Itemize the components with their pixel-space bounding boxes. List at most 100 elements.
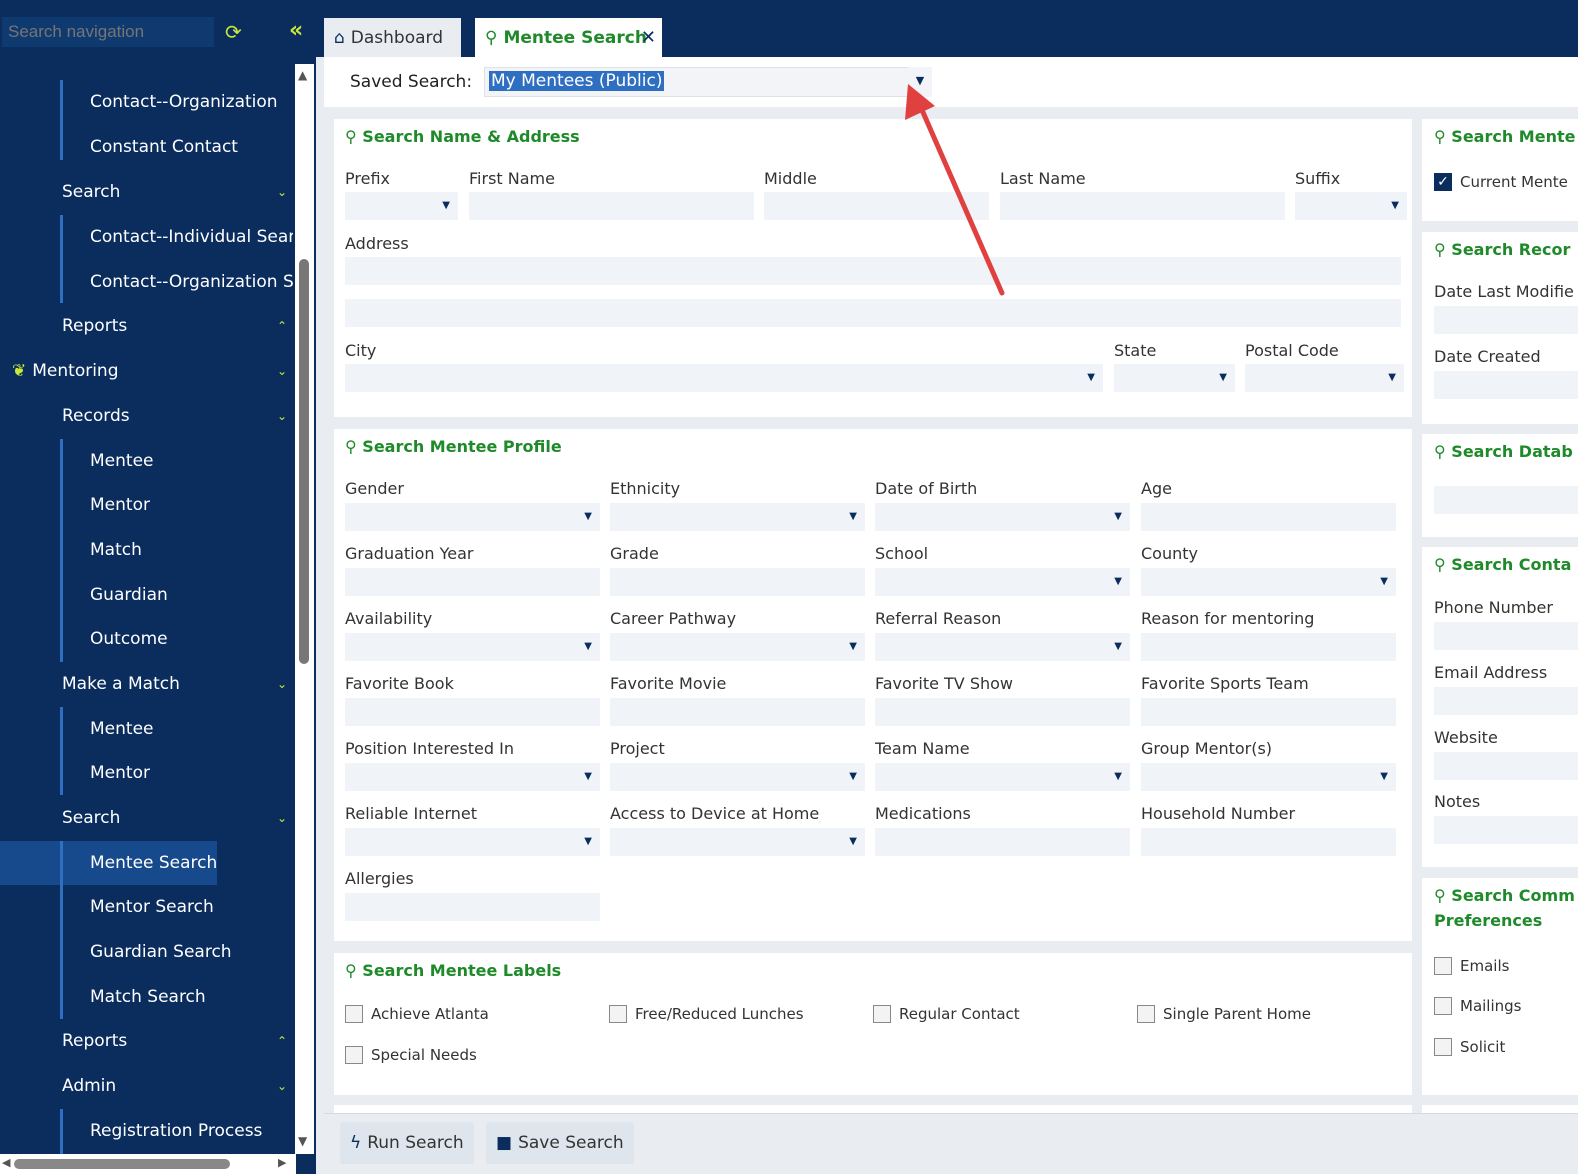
save-search-button[interactable]: ■ Save Search	[486, 1122, 634, 1164]
sidebar-item-guardian[interactable]: Guardian	[62, 573, 293, 617]
scroll-right-icon[interactable]: ▶	[278, 1156, 286, 1169]
medications-input[interactable]	[875, 828, 1130, 856]
saved-search-select[interactable]: My Mentees (Public)	[484, 67, 930, 97]
email-address-input[interactable]	[1434, 687, 1578, 715]
scroll-down-icon[interactable]: ▼	[298, 1134, 307, 1148]
sidebar-item-admin[interactable]: Admin ⌄	[62, 1064, 293, 1108]
team-name-select[interactable]: ▼	[875, 763, 1130, 791]
collapse-sidebar-icon[interactable]: «	[289, 18, 303, 43]
phone-number-input[interactable]	[1434, 622, 1578, 650]
sidebar-horizontal-scrollbar[interactable]: ◀ ▶	[0, 1154, 296, 1174]
position-interested-in-select[interactable]: ▼	[345, 763, 600, 791]
checkbox[interactable]	[1137, 1005, 1155, 1023]
sidebar-item-make-a-match[interactable]: Make a Match ⌄	[62, 662, 293, 706]
sidebar-item-constant-contact[interactable]: Constant Contact	[62, 125, 293, 169]
grade-input[interactable]	[610, 568, 865, 596]
access-to-device-at-home-select[interactable]: ▼	[610, 828, 865, 856]
sidebar-item-mentoring[interactable]: ❦ Mentoring ⌄	[12, 349, 293, 393]
checkbox[interactable]	[345, 1005, 363, 1023]
sidebar-item-match-search[interactable]: Match Search	[62, 975, 293, 1019]
run-search-button[interactable]: ϟ Run Search	[340, 1122, 474, 1164]
address-line1-input[interactable]	[345, 257, 1401, 285]
favorite-sports-team-input[interactable]	[1141, 698, 1396, 726]
prefix-select[interactable]: ▼	[345, 192, 458, 220]
current-mentee-checkbox[interactable]: ✓ Current Mente	[1434, 173, 1568, 191]
favorite-book-input[interactable]	[345, 698, 600, 726]
postal-code-select[interactable]: ▼	[1245, 364, 1404, 392]
label-checkbox-regular-contact[interactable]: Regular Contact	[873, 1005, 1020, 1023]
checkbox[interactable]	[1434, 957, 1452, 975]
label-checkbox-single-parent-home[interactable]: Single Parent Home	[1137, 1005, 1311, 1023]
database-input[interactable]	[1434, 486, 1578, 514]
scrollbar-thumb[interactable]	[14, 1159, 230, 1169]
scroll-up-icon[interactable]: ▲	[298, 68, 307, 82]
tab-dashboard[interactable]: ⌂ Dashboard	[324, 18, 461, 57]
reliable-internet-select[interactable]: ▼	[345, 828, 600, 856]
caret-down-icon[interactable]: ▼	[908, 67, 932, 97]
gender-select[interactable]: ▼	[345, 503, 600, 531]
sidebar-item-reports-contacts[interactable]: Reports ⌃	[62, 304, 293, 348]
group-mentor-s-select[interactable]: ▼	[1141, 763, 1396, 791]
checkbox[interactable]	[345, 1046, 363, 1064]
sidebar-item-contact-individual-search[interactable]: Contact--Individual Sear	[62, 215, 293, 259]
suffix-select[interactable]: ▼	[1295, 192, 1407, 220]
availability-select[interactable]: ▼	[345, 633, 600, 661]
sidebar-item-make-match-mentor[interactable]: Mentor	[62, 751, 293, 795]
reason-for-mentoring-input[interactable]	[1141, 633, 1396, 661]
career-pathway-select[interactable]: ▼	[610, 633, 865, 661]
tab-mentee-search[interactable]: ⚲ Mentee Search ✕	[475, 18, 662, 57]
refresh-icon[interactable]: ⟳	[225, 20, 242, 44]
checkbox[interactable]	[1434, 997, 1452, 1015]
referral-reason-select[interactable]: ▼	[875, 633, 1130, 661]
sidebar-item-search-mentoring[interactable]: Search ⌄	[62, 796, 293, 840]
city-select[interactable]: ▼	[345, 364, 1103, 392]
sidebar-item-contact-organization[interactable]: Contact--Organization	[62, 80, 293, 124]
county-select[interactable]: ▼	[1141, 568, 1396, 596]
label-checkbox-achieve-atlanta[interactable]: Achieve Atlanta	[345, 1005, 489, 1023]
date-last-modified-input[interactable]	[1434, 306, 1578, 334]
project-select[interactable]: ▼	[610, 763, 865, 791]
sidebar-item-mentor-search[interactable]: Mentor Search	[62, 885, 293, 929]
checkmark-icon[interactable]: ✓	[1434, 173, 1452, 191]
date-of-birth-select[interactable]: ▼	[875, 503, 1130, 531]
school-select[interactable]: ▼	[875, 568, 1130, 596]
favorite-tv-show-input[interactable]	[875, 698, 1130, 726]
sidebar-item-registration-process[interactable]: Registration Process	[62, 1109, 293, 1153]
sidebar-item-mentor[interactable]: Mentor	[62, 483, 293, 527]
sidebar-item-guardian-search[interactable]: Guardian Search	[62, 930, 293, 974]
last-name-input[interactable]	[1000, 192, 1285, 220]
sidebar-item-contact-organization-search[interactable]: Contact--Organization S	[62, 260, 293, 304]
graduation-year-input[interactable]	[345, 568, 600, 596]
date-created-input[interactable]	[1434, 371, 1578, 399]
sidebar-vertical-scrollbar[interactable]: ▲ ▼	[295, 64, 314, 1154]
state-select[interactable]: ▼	[1114, 364, 1235, 392]
sidebar-item-outcome[interactable]: Outcome	[62, 617, 293, 661]
label-checkbox-free-reduced-lunches[interactable]: Free/Reduced Lunches	[609, 1005, 804, 1023]
checkbox[interactable]	[609, 1005, 627, 1023]
sidebar-item-make-match-mentee[interactable]: Mentee	[62, 707, 293, 751]
mailings-checkbox[interactable]: Mailings	[1434, 997, 1521, 1015]
sidebar-item-records[interactable]: Records ⌄	[62, 394, 293, 438]
age-input[interactable]	[1141, 503, 1396, 531]
first-name-input[interactable]	[469, 192, 754, 220]
scrollbar-thumb[interactable]	[299, 259, 309, 664]
sidebar-item-mentee-search[interactable]: Mentee Search	[0, 841, 218, 885]
label-checkbox-special-needs[interactable]: Special Needs	[345, 1046, 477, 1064]
notes-input[interactable]	[1434, 816, 1578, 844]
sidebar-item-mentee[interactable]: Mentee	[62, 439, 293, 483]
checkbox[interactable]	[1434, 1038, 1452, 1056]
emails-checkbox[interactable]: Emails	[1434, 957, 1509, 975]
solicit-checkbox[interactable]: Solicit	[1434, 1038, 1505, 1056]
website-input[interactable]	[1434, 752, 1578, 780]
middle-input[interactable]	[764, 192, 989, 220]
checkbox[interactable]	[873, 1005, 891, 1023]
sidebar-item-search-contacts[interactable]: Search ⌄	[62, 170, 293, 214]
ethnicity-select[interactable]: ▼	[610, 503, 865, 531]
household-number-input[interactable]	[1141, 828, 1396, 856]
close-icon[interactable]: ✕	[641, 27, 656, 48]
favorite-movie-input[interactable]	[610, 698, 865, 726]
sidebar-item-match[interactable]: Match	[62, 528, 293, 572]
address-line2-input[interactable]	[345, 299, 1401, 327]
scroll-left-icon[interactable]: ◀	[2, 1156, 10, 1169]
sidebar-item-reports-mentoring[interactable]: Reports ⌃	[62, 1019, 293, 1063]
